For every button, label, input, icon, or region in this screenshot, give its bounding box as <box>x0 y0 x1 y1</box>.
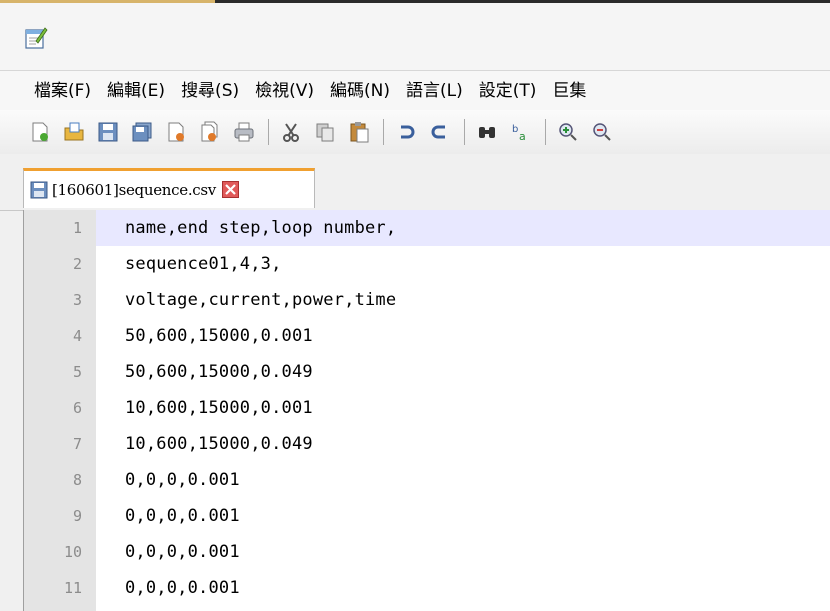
editor-line[interactable]: 5 50,600,15000,0.049 <box>24 354 830 390</box>
line-number: 6 <box>72 399 82 417</box>
line-text: 50,600,15000,0.049 <box>125 362 313 382</box>
toolbar-separator <box>268 119 269 145</box>
editor-line[interactable]: 11 0,0,0,0.001 <box>24 570 830 606</box>
line-number: 7 <box>72 435 82 453</box>
replace-icon: b a <box>512 124 526 143</box>
redo-button[interactable] <box>428 120 452 144</box>
new-file-button[interactable] <box>28 120 52 144</box>
find-icon <box>479 127 495 138</box>
close-file-button[interactable] <box>164 120 188 144</box>
save-all-button[interactable] <box>130 120 154 144</box>
line-number: 10 <box>63 543 82 561</box>
line-number: 5 <box>72 363 82 381</box>
editor-line[interactable]: 7 10,600,15000,0.049 <box>24 426 830 462</box>
editor-line[interactable]: 10 0,0,0,0.001 <box>24 534 830 570</box>
menu-search[interactable]: 搜尋(S) <box>173 71 247 111</box>
line-text: name,end step,loop number, <box>125 218 397 238</box>
menu-file[interactable]: 檔案(F) <box>0 71 99 111</box>
close-icon <box>168 122 184 142</box>
line-text: 10,600,15000,0.001 <box>125 398 313 418</box>
cut-button[interactable] <box>279 120 303 144</box>
editor-line[interactable]: 1 name,end step,loop number, <box>24 210 830 246</box>
editor-area[interactable]: 1 name,end step,loop number, 2 sequence01,4… <box>23 210 830 611</box>
tab-close-icon[interactable] <box>221 181 239 198</box>
zoom-in-button[interactable] <box>556 120 580 144</box>
line-text: 0,0,0,0.001 <box>125 470 240 490</box>
notepad-app-icon <box>25 27 48 49</box>
editor-line[interactable]: 2 sequence01,4,3, <box>24 246 830 282</box>
title-bar <box>0 3 830 70</box>
toolbar-separator <box>545 119 546 145</box>
line-text: 50,600,15000,0.001 <box>125 326 313 346</box>
close-all-icon <box>201 121 218 142</box>
svg-text:b: b <box>512 124 518 135</box>
menu-bar: 檔案(F) 編輯(E) 搜尋(S) 檢視(V) 編碼(N) 語言(L) 設定(T… <box>0 70 830 111</box>
new-file-icon <box>32 122 48 142</box>
line-number: 11 <box>63 579 82 597</box>
tab-sequence-csv[interactable]: [160601]sequence.csv <box>23 168 315 208</box>
toolbar-separator <box>464 119 465 145</box>
open-file-icon <box>64 122 84 141</box>
line-text: voltage,current,power,time <box>125 290 397 310</box>
line-number: 9 <box>72 507 82 525</box>
undo-icon <box>401 125 415 139</box>
line-text: 0,0,0,0.001 <box>125 506 240 526</box>
saved-file-icon <box>30 181 48 198</box>
zoom-out-button[interactable] <box>590 120 614 144</box>
undo-button[interactable] <box>394 120 418 144</box>
menu-language[interactable]: 語言(L) <box>398 71 471 111</box>
svg-text:a: a <box>519 130 526 143</box>
save-all-icon <box>132 122 152 142</box>
zoom-out-icon <box>593 123 611 141</box>
replace-button[interactable]: b a <box>509 120 533 144</box>
menu-macro[interactable]: 巨集 <box>544 71 594 111</box>
print-icon <box>234 122 254 142</box>
editor-line[interactable]: 9 0,0,0,0.001 <box>24 498 830 534</box>
redo-icon <box>431 125 445 139</box>
copy-icon <box>316 123 334 142</box>
copy-button[interactable] <box>313 120 337 144</box>
editor-line[interactable]: 8 0,0,0,0.001 <box>24 462 830 498</box>
print-button[interactable] <box>232 120 256 144</box>
line-number: 2 <box>72 255 82 273</box>
editor-line[interactable]: 4 50,600,15000,0.001 <box>24 318 830 354</box>
close-all-button[interactable] <box>198 120 222 144</box>
cut-icon <box>283 123 299 142</box>
tab-bar: [160601]sequence.csv <box>0 154 830 211</box>
toolbar: b a <box>0 110 830 154</box>
line-text: 0,0,0,0.001 <box>125 578 240 598</box>
line-text: sequence01,4,3, <box>125 254 282 274</box>
line-number: 8 <box>72 471 82 489</box>
editor-line[interactable]: 6 10,600,15000,0.001 <box>24 390 830 426</box>
paste-button[interactable] <box>347 120 371 144</box>
menu-edit[interactable]: 編輯(E) <box>99 71 173 111</box>
menu-encoding[interactable]: 編碼(N) <box>322 71 398 111</box>
zoom-in-icon <box>559 123 577 141</box>
line-number: 3 <box>72 291 82 309</box>
save-icon <box>98 122 118 142</box>
open-file-button[interactable] <box>62 120 86 144</box>
menu-view[interactable]: 檢視(V) <box>247 71 322 111</box>
find-button[interactable] <box>475 120 499 144</box>
editor-line[interactable]: 3 voltage,current,power,time <box>24 282 830 318</box>
line-number: 4 <box>72 327 82 345</box>
line-text: 10,600,15000,0.049 <box>125 434 313 454</box>
line-number: 1 <box>72 219 82 237</box>
save-button[interactable] <box>96 120 120 144</box>
line-text: 0,0,0,0.001 <box>125 542 240 562</box>
toolbar-separator <box>383 119 384 145</box>
paste-icon <box>350 122 369 143</box>
menu-settings[interactable]: 設定(T) <box>471 71 545 111</box>
tab-label: [160601]sequence.csv <box>52 180 216 199</box>
